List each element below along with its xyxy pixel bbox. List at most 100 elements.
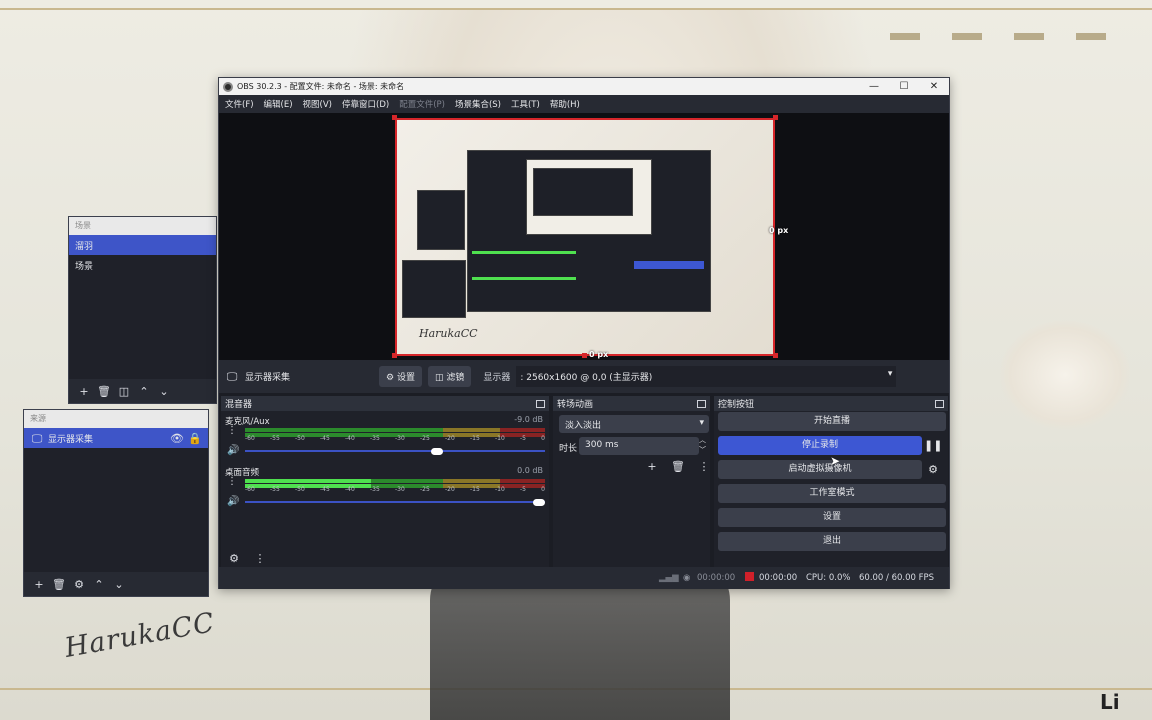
transitions-title: 转场动画	[557, 400, 594, 410]
chevron-down-icon[interactable]: ⌄	[112, 579, 126, 590]
nested-sources-dock	[402, 260, 466, 318]
trash-icon[interactable]: 🗑	[671, 461, 685, 472]
channel-db: 0.0 dB	[517, 466, 543, 475]
undock-icon[interactable]	[935, 399, 944, 408]
minimize-icon[interactable]: —	[859, 78, 889, 95]
transitions-panel: 转场动画 淡入淡出 时长 300 ms ︿ ﹀ + 🗑 ⋮	[553, 396, 710, 567]
duration-value: 300 ms	[585, 440, 619, 450]
tick: -25	[420, 486, 430, 493]
speaker-icon[interactable]: 🔊	[227, 445, 239, 456]
tick: -60	[245, 486, 255, 493]
status-bar: ▂▄▆ ◉ 00:00:00 00:00:00 CPU: 0.0% 60.00 …	[219, 567, 949, 589]
settings-button[interactable]: 设置	[718, 508, 946, 527]
window-title: OBS 30.2.3 - 配置文件: 未命名 - 场景: 未命名	[237, 82, 405, 91]
nested-preview-inner	[533, 168, 633, 216]
mouse-cursor-icon: ➤	[830, 454, 841, 468]
chevron-up-icon[interactable]: ⌃	[137, 386, 151, 397]
undock-icon[interactable]	[536, 399, 545, 408]
resize-handle[interactable]	[773, 115, 778, 120]
preview-canvas[interactable]: HarukaCC	[395, 118, 775, 356]
menu-profile[interactable]: 配置文件(P)	[399, 98, 445, 110]
transition-select[interactable]: 淡入淡出	[559, 415, 709, 433]
exit-button[interactable]: 退出	[718, 532, 946, 551]
filters-label: 滤镜	[446, 373, 465, 383]
title-bar[interactable]: OBS 30.2.3 - 配置文件: 未命名 - 场景: 未命名 — ☐ ✕	[219, 78, 949, 95]
resize-handle[interactable]	[773, 353, 778, 358]
nested-preview	[526, 159, 652, 235]
meter-ticks: -60 -55 -50 -45 -40 -35 -30 -25 -20 -15 -10 -5 0	[245, 435, 545, 442]
menu-bar: 文件(F) 编辑(E) 视图(V) 停靠窗口(D) 配置文件(P) 场景集合(S…	[219, 95, 949, 113]
nested-meter	[472, 277, 576, 280]
obs-logo-icon	[223, 81, 233, 92]
menu-docks[interactable]: 停靠窗口(D)	[342, 98, 389, 110]
more-vertical-icon[interactable]: ⋮	[253, 553, 267, 564]
virtual-camera-gear-icon[interactable]: ⚙	[924, 460, 942, 479]
chevron-up-icon[interactable]: ⌃	[92, 579, 106, 590]
menu-view[interactable]: 视图(V)	[303, 98, 332, 110]
nested-signature: HarukaCC	[419, 327, 478, 340]
tick: -50	[295, 486, 305, 493]
selected-source-name: 显示器采集	[245, 373, 291, 383]
display-select[interactable]: : 2560x1600 @ 0,0 (主显示器) ▾	[516, 366, 897, 387]
studio-mode-button[interactable]: 工作室模式	[718, 484, 946, 503]
wallpaper-dash	[1076, 33, 1106, 40]
more-vertical-icon[interactable]: ⋮	[227, 476, 237, 487]
source-item-display-capture[interactable]: 🖵 显示器采集 👁 🔒	[24, 428, 208, 448]
channel-db: -9.0 dB	[514, 415, 543, 424]
volume-slider-handle[interactable]	[431, 448, 443, 455]
volume-meter-level	[245, 479, 371, 483]
scene-item-liuyu[interactable]: 溜羽	[69, 235, 216, 255]
volume-meter	[245, 428, 545, 432]
monitor-icon: 🖵	[226, 370, 238, 383]
add-icon[interactable]: +	[645, 461, 659, 472]
stop-recording-button[interactable]: 停止录制	[718, 436, 922, 455]
add-icon[interactable]: +	[77, 386, 91, 397]
mixer-channel-desktop: 桌面音频 0.0 dB ⋮ -60 -55 -50 -45 -40 -35 -30 -25 -2…	[221, 466, 547, 518]
chevron-down-icon[interactable]: ﹀	[699, 445, 706, 455]
trash-icon[interactable]: 🗑	[97, 386, 111, 397]
tick: -55	[270, 486, 280, 493]
nested-scenes-dock	[417, 190, 465, 250]
gear-icon[interactable]: ⚙	[72, 579, 86, 590]
more-vertical-icon[interactable]: ⋮	[227, 425, 237, 436]
menu-help[interactable]: 帮助(H)	[550, 98, 580, 110]
add-icon[interactable]: +	[32, 579, 46, 590]
source-filters-button[interactable]: ◫ 滤镜	[427, 366, 472, 387]
resize-handle[interactable]	[392, 115, 397, 120]
start-streaming-button[interactable]: 开始直播	[718, 412, 946, 431]
filter-icon[interactable]: ◫	[117, 386, 131, 397]
undock-icon[interactable]	[697, 399, 706, 408]
more-vertical-icon[interactable]: ⋮	[697, 461, 711, 472]
maximize-icon[interactable]: ☐	[889, 78, 919, 95]
chevron-up-icon[interactable]: ︿	[699, 435, 706, 445]
scene-item-default[interactable]: 场景	[69, 255, 216, 275]
speaker-icon[interactable]: 🔊	[227, 496, 239, 507]
menu-scene-collection[interactable]: 场景集合(S)	[455, 98, 501, 110]
eye-icon[interactable]: 👁	[170, 433, 184, 444]
menu-tools[interactable]: 工具(T)	[511, 98, 540, 110]
advanced-audio-gear-icon[interactable]: ⚙	[227, 553, 241, 564]
menu-edit[interactable]: 编辑(E)	[264, 98, 293, 110]
trash-icon[interactable]: 🗑	[52, 579, 66, 590]
source-settings-button[interactable]: ⚙ 设置	[379, 366, 422, 387]
nested-stop-button	[634, 261, 704, 269]
tick: 0	[541, 435, 545, 442]
volume-slider[interactable]	[245, 450, 545, 452]
menu-file[interactable]: 文件(F)	[225, 98, 254, 110]
display-label: 显示器	[483, 373, 511, 383]
close-icon[interactable]: ✕	[919, 78, 949, 95]
chevron-down-icon[interactable]: ⌄	[157, 386, 171, 397]
preview-area[interactable]: HarukaCC 0 px 0 px	[219, 113, 949, 360]
corner-logo: Li	[1100, 690, 1120, 714]
source-item-label: 显示器采集	[48, 434, 94, 445]
start-virtual-camera-button[interactable]: 启动虚拟摄像机	[718, 460, 922, 479]
tick: -5	[520, 435, 526, 442]
duration-input[interactable]: 300 ms	[579, 437, 699, 455]
stream-status-icon: ◉	[683, 573, 691, 583]
lock-icon[interactable]: 🔒	[188, 433, 202, 444]
volume-slider[interactable]	[245, 501, 545, 503]
volume-slider-handle[interactable]	[533, 499, 545, 506]
resize-handle[interactable]	[392, 353, 397, 358]
resize-handle[interactable]	[582, 353, 587, 358]
pause-recording-icon[interactable]: ❚❚	[924, 436, 942, 455]
